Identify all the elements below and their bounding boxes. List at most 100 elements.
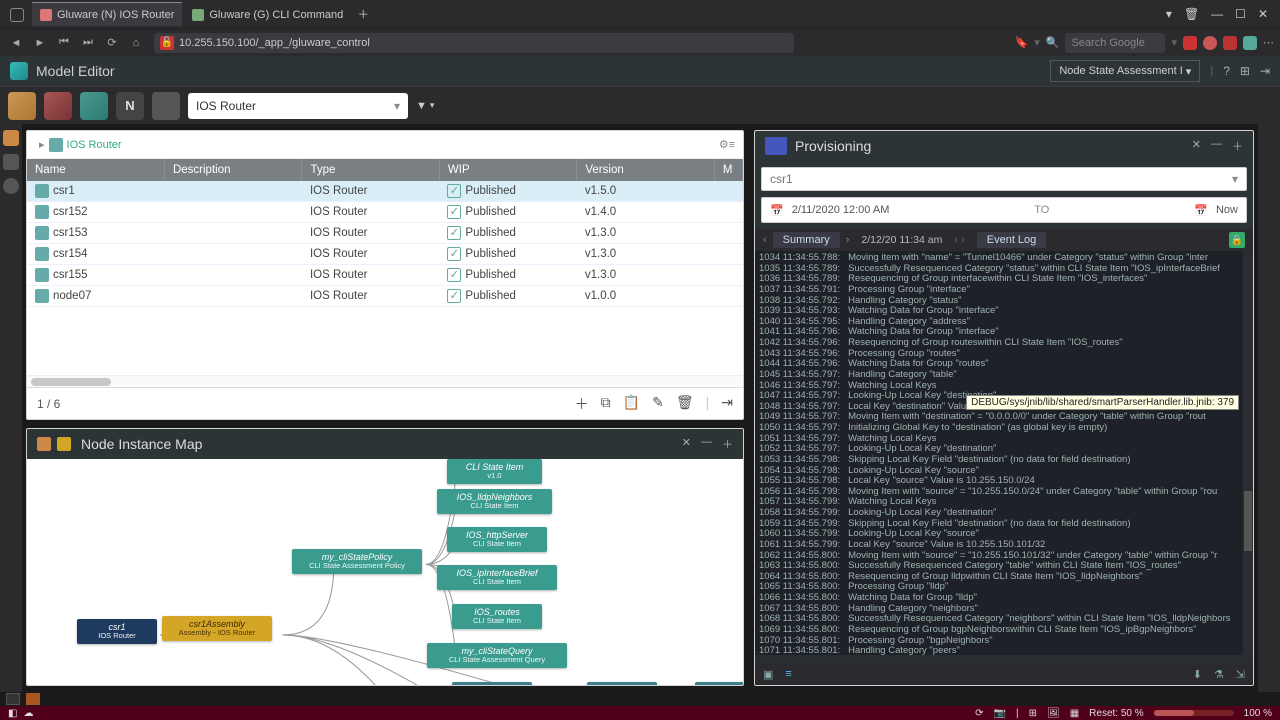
back-button[interactable]: ◄ [6, 33, 26, 53]
rail-icon-1[interactable] [3, 130, 19, 146]
tab-eventlog[interactable]: Event Log [977, 232, 1047, 248]
nm-node-policy[interactable]: my_cliStatePolicyCLI State Assessment Po… [292, 549, 422, 574]
nm-node-iosintf[interactable]: IOS_Intf [695, 682, 743, 685]
minimize-button[interactable]: ― [1211, 7, 1223, 21]
nm-min-icon[interactable]: ― [701, 436, 712, 452]
delete-icon[interactable]: 🗑 [1184, 7, 1199, 21]
sb-tile-icon[interactable]: ▦ [1070, 708, 1079, 719]
panel-settings-icon[interactable]: ⚙≡ [719, 138, 735, 151]
nm-icon-1[interactable] [37, 437, 51, 451]
toolbar-type-select[interactable]: IOS Router ▾ [188, 93, 408, 119]
toolbar-hex-3[interactable] [80, 92, 108, 120]
nm-node-ipintf[interactable]: IOS_ipInterfaceBriefCLI State Item [437, 565, 557, 590]
table-row[interactable]: node07IOS Router✓Publishedv1.0.0 [27, 286, 743, 307]
nm-node-assembly[interactable]: csr1AssemblyAssembly - IOS Router [162, 616, 272, 641]
nm-node-qos[interactable]: ios-qos-intfs [452, 682, 532, 685]
terminal-icon[interactable]: ▣ [763, 668, 773, 681]
ext-icon-2[interactable] [1203, 36, 1217, 50]
expand-icon[interactable]: ⇲ [1236, 668, 1245, 681]
nm-node-http[interactable]: IOS_httpServerCLI State Item [447, 527, 547, 552]
nm-node-csr1[interactable]: csr1IOS Router [77, 619, 157, 644]
date-range-picker[interactable]: 📅 2/11/2020 12:00 AM TO 📅 Now [761, 197, 1247, 223]
table-row[interactable]: csr152IOS Router✓Publishedv1.4.0 [27, 202, 743, 223]
table-row[interactable]: csr153IOS Router✓Publishedv1.3.0 [27, 223, 743, 244]
device-select[interactable]: csr1 ▾ [761, 167, 1247, 191]
col-ver[interactable]: Version [577, 159, 714, 181]
node-map-canvas[interactable]: csr1IOS Router csr1AssemblyAssembly - IO… [27, 459, 743, 685]
ext-icon-1[interactable] [1183, 36, 1197, 50]
nm-node-routes[interactable]: IOS_routesCLI State Item [452, 604, 542, 629]
bookmark-icon[interactable]: 🔖 [1015, 36, 1029, 49]
close-button[interactable]: ✕ [1258, 7, 1268, 21]
trash-icon[interactable]: ▾ [1166, 7, 1172, 21]
nm-add-icon[interactable]: ＋ [722, 436, 733, 452]
help-icon[interactable]: ? [1223, 64, 1230, 78]
sb-grid-icon[interactable]: ⊞ [1029, 708, 1037, 719]
nm-node-intfs[interactable]: ios-intfs [587, 682, 657, 685]
sb-icon-1[interactable]: ◧ [8, 708, 17, 719]
ext-menu-icon[interactable]: ⋯ [1263, 36, 1274, 49]
home-button[interactable]: ⌂ [126, 33, 146, 53]
browser-tab-1[interactable]: Gluware (G) CLI Command [184, 2, 351, 26]
download-icon[interactable]: ⬇ [1193, 668, 1202, 681]
ext-icon-3[interactable] [1223, 36, 1237, 50]
filter-icon[interactable]: ⚗ [1214, 668, 1224, 681]
toolbar-hex-5[interactable] [152, 92, 180, 120]
toolbar-hex-n[interactable]: N [116, 92, 144, 120]
exit-icon[interactable]: ⇥ [1260, 64, 1270, 78]
copy-button[interactable]: ⧉ [601, 394, 611, 414]
maximize-button[interactable]: ☐ [1235, 7, 1246, 21]
breadcrumb-label[interactable]: IOS Router [67, 139, 122, 151]
sb-img-icon[interactable]: 🖼 [1047, 708, 1060, 719]
toolbar-hex-1[interactable] [8, 92, 36, 120]
search-input[interactable]: Search Google [1065, 33, 1165, 53]
table-row[interactable]: csr1IOS Router✓Publishedv1.5.0 [27, 181, 743, 202]
list-icon[interactable]: ≡ [785, 668, 791, 680]
edit-button[interactable]: ✎ [652, 394, 664, 414]
reload-button[interactable]: ⟳ [102, 33, 122, 53]
taskbar-app-2[interactable] [26, 693, 40, 705]
paste-button[interactable]: 📋 [623, 394, 640, 414]
rail-icon-2[interactable] [3, 154, 19, 170]
assessment-select[interactable]: Node State Assessment I ▾ [1050, 60, 1200, 82]
toolbar-filter-button[interactable]: ▼▾ [416, 100, 434, 112]
prov-add-icon[interactable]: ＋ [1232, 138, 1243, 154]
delete-button[interactable]: 🗑 [676, 394, 694, 414]
col-desc[interactable]: Description [164, 159, 301, 181]
address-bar[interactable]: 🔓 10.255.150.100/_app_/gluware_control [154, 33, 794, 53]
prov-close-icon[interactable]: ✕ [1192, 138, 1201, 154]
export-button[interactable]: ⇥ [721, 394, 733, 414]
rewind-button[interactable]: ⏮ [54, 33, 74, 53]
sb-sync-icon[interactable]: ⟳ [975, 708, 983, 719]
grid-icon[interactable]: ⊞ [1240, 64, 1250, 78]
tab-nav-right[interactable]: › [846, 234, 850, 246]
sb-cam-icon[interactable]: 📷 [994, 708, 1006, 719]
rail-icon-3[interactable] [3, 178, 19, 194]
lock-icon[interactable]: 🔒 [1229, 232, 1245, 248]
taskbar-app-1[interactable] [6, 693, 20, 705]
nm-node-clistate[interactable]: CLI State Itemv1.0 [447, 459, 542, 484]
col-m[interactable]: M [714, 159, 742, 181]
ext-icon-4[interactable] [1243, 36, 1257, 50]
col-name[interactable]: Name [27, 159, 164, 181]
add-button[interactable]: ＋ [575, 394, 589, 414]
browser-tab-0[interactable]: Gluware (N) IOS Router [32, 2, 182, 26]
table-row[interactable]: csr155IOS Router✓Publishedv1.3.0 [27, 265, 743, 286]
table-row[interactable]: csr154IOS Router✓Publishedv1.3.0 [27, 244, 743, 265]
console-h-scrollbar[interactable] [755, 655, 1253, 663]
toolbar-hex-2[interactable] [44, 92, 72, 120]
sb-icon-2[interactable]: ☁ [23, 708, 33, 719]
v-scrollbar[interactable] [1243, 251, 1253, 655]
tab-summary[interactable]: Summary [773, 232, 840, 248]
prov-min-icon[interactable]: ― [1211, 138, 1222, 154]
log-console[interactable]: 1034 11:34:55.788: Moving item with "nam… [755, 251, 1253, 655]
chevron-right-icon[interactable]: ▸ [39, 138, 45, 151]
col-type[interactable]: Type [302, 159, 439, 181]
vivaldi-menu[interactable] [4, 2, 30, 26]
h-scrollbar[interactable] [27, 375, 743, 387]
nm-icon-2[interactable] [57, 437, 71, 451]
nm-node-lldp[interactable]: IOS_lldpNeighborsCLI State Item [437, 489, 552, 514]
zoom-slider[interactable] [1154, 710, 1234, 716]
ff-button[interactable]: ⏭ [78, 33, 98, 53]
new-tab-button[interactable]: ＋ [353, 4, 373, 24]
